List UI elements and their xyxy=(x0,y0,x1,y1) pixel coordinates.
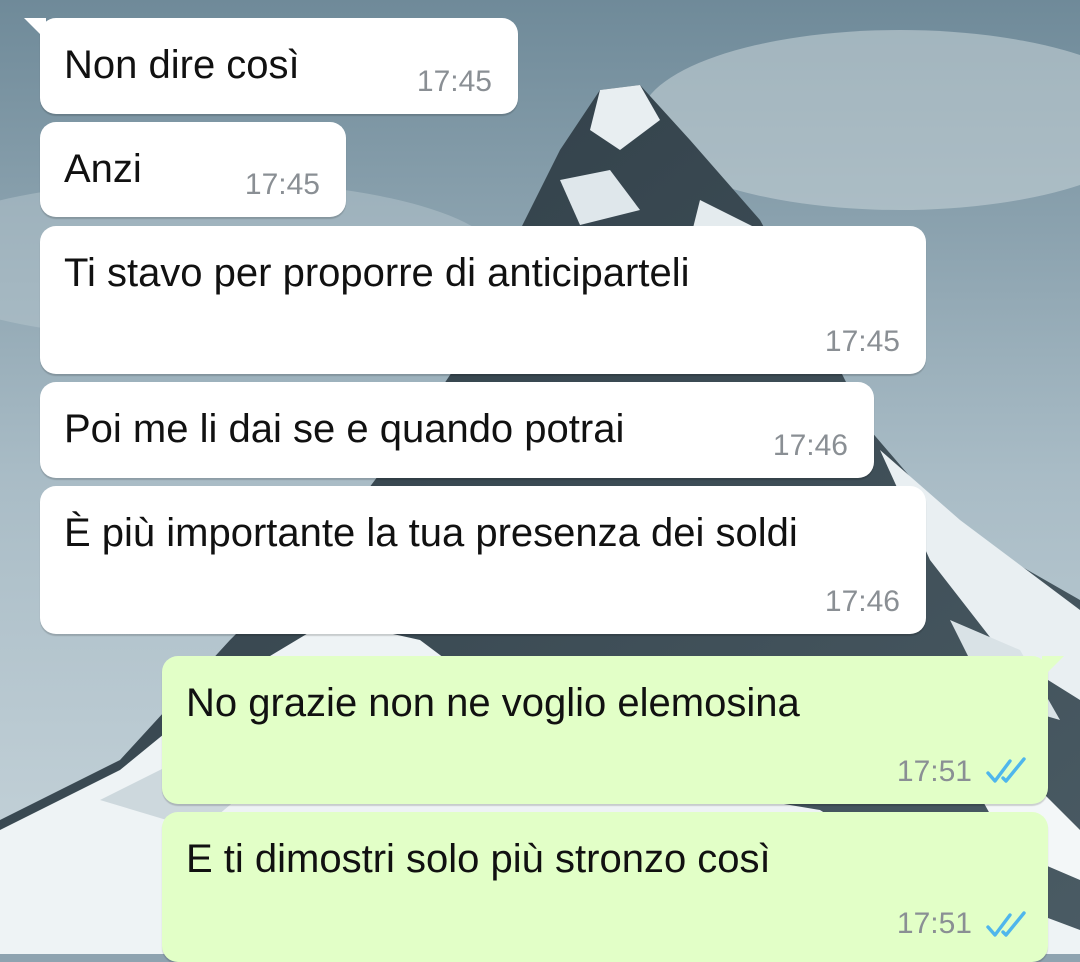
incoming-message[interactable]: Ti stavo per proporre di anticiparteli 1… xyxy=(40,226,926,374)
incoming-message[interactable]: È più importante la tua presenza dei sol… xyxy=(40,486,926,634)
incoming-message[interactable]: Anzi 17:45 xyxy=(40,122,346,217)
message-time: 17:45 xyxy=(416,65,492,98)
message-time: 17:45 xyxy=(824,325,900,358)
message-time: 17:45 xyxy=(244,168,320,201)
incoming-message[interactable]: Non dire così 17:45 xyxy=(24,18,518,114)
outgoing-message[interactable]: E ti dimostri solo più stronzo così 17:5… xyxy=(162,812,1048,962)
message-text: E ti dimostri solo più stronzo così xyxy=(186,837,771,881)
double-check-read-icon xyxy=(986,911,1026,937)
bubble-tail xyxy=(1042,656,1064,678)
bubble-tail xyxy=(24,18,46,40)
message-time: 17:46 xyxy=(772,429,848,462)
message-text: È più importante la tua presenza dei sol… xyxy=(64,511,798,555)
message-text: Ti stavo per proporre di anticiparteli xyxy=(64,251,690,295)
message-time: 17:51 xyxy=(896,755,972,788)
message-text: Non dire così xyxy=(64,43,300,87)
message-time: 17:46 xyxy=(824,585,900,618)
outgoing-message[interactable]: No grazie non ne voglio elemosina 17:51 xyxy=(162,656,1064,804)
double-check-read-icon xyxy=(986,757,1026,783)
message-text: No grazie non ne voglio elemosina xyxy=(186,681,800,725)
message-time: 17:51 xyxy=(896,907,972,940)
message-text: Anzi xyxy=(64,147,142,191)
message-text: Poi me li dai se e quando potrai xyxy=(64,407,625,451)
incoming-message[interactable]: Poi me li dai se e quando potrai 17:46 xyxy=(40,382,874,478)
